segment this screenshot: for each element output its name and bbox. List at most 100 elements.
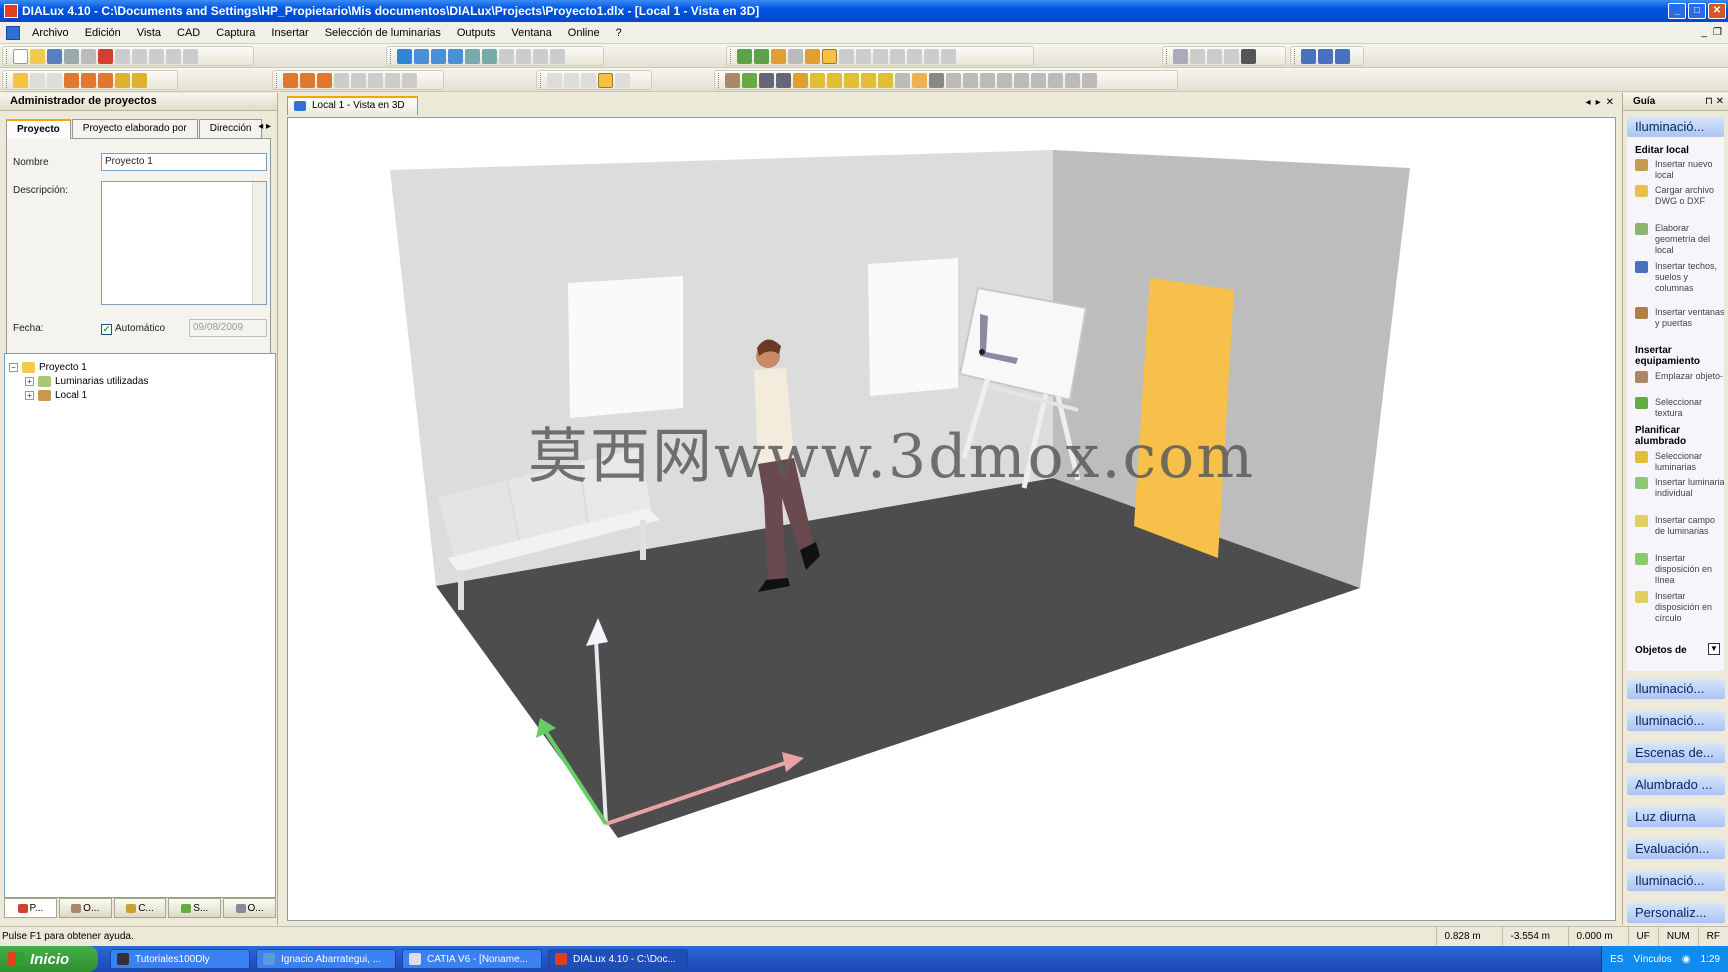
tab-direccion[interactable]: Dirección (198, 119, 263, 138)
luminaire-icon[interactable] (737, 48, 752, 64)
guide-item-insertar-local[interactable]: Insertar nuevo local (1635, 159, 1724, 181)
guide-active-panel[interactable]: Iluminació... (1627, 117, 1724, 137)
minimize-icon[interactable]: _ (1668, 3, 1686, 19)
obj-1-icon[interactable] (725, 72, 740, 88)
toolbar-grip[interactable] (6, 48, 9, 64)
grid-icon[interactable] (132, 72, 147, 88)
help-2-icon[interactable] (351, 72, 366, 88)
zoom-in-icon[interactable] (499, 48, 514, 64)
automatic-checkbox[interactable]: ✓ (101, 324, 112, 335)
render-icon[interactable] (482, 48, 497, 64)
obj-12-icon[interactable] (912, 72, 927, 88)
obj-11-icon[interactable] (895, 72, 910, 88)
edit-window-icon[interactable] (317, 72, 332, 88)
guide-item-emplazar-objeto[interactable]: Emplazar objeto- (1635, 371, 1724, 383)
start-button[interactable]: Inicio (0, 946, 98, 972)
isolines-icon[interactable] (924, 48, 939, 64)
pointer-icon[interactable] (547, 72, 562, 88)
obj-8-icon[interactable] (844, 72, 859, 88)
tab-local-1-3d[interactable]: Local 1 - Vista en 3D (287, 96, 418, 115)
language-indicator[interactable]: ES (1610, 954, 1623, 965)
description-textarea[interactable] (101, 181, 267, 305)
redo-icon[interactable] (183, 48, 198, 64)
settings-icon[interactable] (1224, 48, 1239, 64)
toolbar-grip[interactable] (540, 72, 543, 88)
edit-wall-icon[interactable] (300, 72, 315, 88)
align-icon[interactable] (98, 72, 113, 88)
tree-item-luminarias[interactable]: + Luminarias utilizadas (25, 374, 148, 388)
menu-seleccion-luminarias[interactable]: Selección de luminarias (317, 27, 449, 39)
snap-icon[interactable] (115, 72, 130, 88)
sun-icon[interactable] (856, 48, 871, 64)
expand-icon[interactable]: + (25, 390, 34, 400)
zoom-icon[interactable] (564, 72, 579, 88)
tab-objects[interactable]: O... (58, 898, 112, 918)
tab-luminaire-selection[interactable]: S... (168, 898, 222, 918)
maximize-icon[interactable]: □ (1688, 3, 1706, 19)
3d-viewport[interactable]: 莫西网www.3dmox.com (287, 117, 1616, 921)
task-dialux[interactable]: DIALux 4.10 - C:\Doc... (548, 949, 688, 969)
guide-panel-3[interactable]: Escenas de... (1627, 743, 1725, 763)
page-icon[interactable] (1207, 48, 1222, 64)
prev-tab-icon[interactable]: ◂ (1586, 97, 1591, 108)
calc-point-icon[interactable] (890, 48, 905, 64)
menu-help[interactable]: ? (608, 27, 630, 39)
help-1-icon[interactable] (334, 72, 349, 88)
select-copy-icon[interactable] (47, 72, 62, 88)
save-icon[interactable] (47, 48, 62, 64)
obj-19-icon[interactable] (1031, 72, 1046, 88)
obj-18-icon[interactable] (1014, 72, 1029, 88)
description-scrollbar[interactable] (252, 182, 266, 304)
guide-item-seleccionar-luminarias[interactable]: Seleccionar luminarias (1635, 451, 1724, 473)
copy-icon[interactable] (132, 48, 147, 64)
obj-3-icon[interactable] (759, 72, 774, 88)
front-view-icon[interactable] (448, 48, 463, 64)
dropdown-icon[interactable]: ▼ (1708, 643, 1720, 655)
furniture-icon[interactable] (754, 48, 769, 64)
camera-icon[interactable] (1241, 48, 1256, 64)
guide-item-linea[interactable]: Insertar disposición en línea (1635, 553, 1724, 586)
date-picker[interactable]: 09/08/2009 (189, 319, 267, 337)
pan-hand-icon[interactable] (598, 72, 613, 88)
obj-5-icon[interactable] (793, 72, 808, 88)
tree-item-local[interactable]: + Local 1 (25, 388, 87, 402)
name-input[interactable]: Proyecto 1 (101, 153, 267, 171)
task-ignacio[interactable]: Ignacio Abarrategui, ... (256, 949, 396, 969)
room-3d-scene[interactable] (288, 118, 1616, 921)
toolbar-grip[interactable] (730, 48, 733, 64)
next-tab-icon[interactable]: ▸ (1596, 97, 1601, 108)
obj-13-icon[interactable] (929, 72, 944, 88)
guide-panel-4[interactable]: Alumbrado ... (1627, 775, 1725, 795)
zoom-fit-icon[interactable] (533, 48, 548, 64)
guide-item-ventanas[interactable]: Insertar ventanas y puertas (1635, 307, 1724, 329)
back-icon[interactable] (1190, 48, 1205, 64)
split-icon[interactable] (1335, 48, 1350, 64)
task-catia[interactable]: CATIA V6 - [Noname... (402, 949, 542, 969)
guide-panel-8[interactable]: Personaliz... (1627, 903, 1725, 923)
toolbar-grip[interactable] (390, 48, 393, 64)
mdi-restore-icon[interactable]: ❐ (1713, 27, 1722, 38)
calc-surface-icon[interactable] (907, 48, 922, 64)
floor-plan-icon[interactable] (414, 48, 429, 64)
obj-16-icon[interactable] (980, 72, 995, 88)
daylight-icon[interactable] (839, 48, 854, 64)
guide-item-techos[interactable]: Insertar techos, suelos y columnas (1635, 261, 1724, 294)
toolbar-grip[interactable] (1294, 48, 1297, 64)
close-icon[interactable]: ✕ (1708, 3, 1726, 19)
pdf-icon[interactable] (98, 48, 113, 64)
help-3-icon[interactable] (368, 72, 383, 88)
tab-project-manager[interactable]: P... (4, 898, 57, 918)
side-view-icon[interactable] (431, 48, 446, 64)
document-icon[interactable] (6, 25, 20, 40)
help-4-icon[interactable] (385, 72, 400, 88)
obj-7-icon[interactable] (827, 72, 842, 88)
guide-panel-7[interactable]: Iluminació... (1627, 871, 1725, 891)
collapse-icon[interactable]: − (9, 362, 18, 372)
false-colors-icon[interactable] (941, 48, 956, 64)
texture-icon[interactable] (771, 48, 786, 64)
start-calculation-icon[interactable] (822, 48, 837, 64)
menu-ventana[interactable]: Ventana (503, 27, 559, 39)
help-5-icon[interactable] (402, 72, 417, 88)
obj-17-icon[interactable] (997, 72, 1012, 88)
paste-icon[interactable] (149, 48, 164, 64)
